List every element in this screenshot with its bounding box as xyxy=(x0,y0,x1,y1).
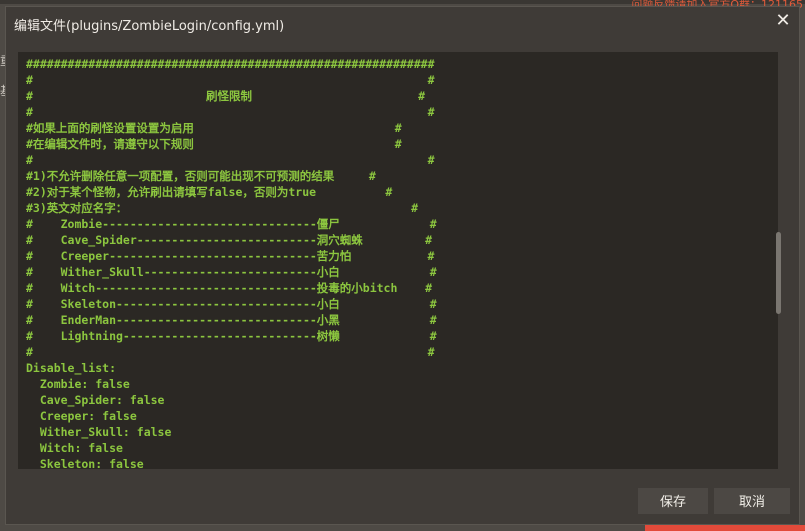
code-line: # Witch--------------------------------投… xyxy=(26,281,433,295)
code-line: # Wither_Skull-------------------------小… xyxy=(26,265,437,279)
code-line: # # xyxy=(26,345,435,359)
close-icon[interactable]: ✕ xyxy=(773,11,793,31)
code-line: # # xyxy=(26,73,435,87)
code-line: # 刷怪限制 # xyxy=(26,89,426,103)
code-line: #2)对于某个怪物，允许刷出请填写false，否则为true # xyxy=(26,185,393,199)
code-line: Zombie: false xyxy=(39,377,130,391)
code-line: Wither_Skull: false xyxy=(39,425,172,439)
code-line: # Creeper------------------------------苦… xyxy=(26,249,435,263)
code-line: # # xyxy=(26,105,435,119)
edit-file-dialog: 编辑文件(plugins/ZombieLogin/config.yml) ✕ #… xyxy=(5,6,800,525)
code-line: #3)英文对应名字： # xyxy=(26,201,419,215)
code-line: #如果上面的刷怪设置设置为启用 # xyxy=(26,121,402,135)
editor-text[interactable]: ########################################… xyxy=(26,56,437,469)
code-line: #在编辑文件时，请遵守以下规则 # xyxy=(26,137,402,151)
code-line: # Cave_Spider--------------------------洞… xyxy=(26,233,433,247)
code-line: # Zombie-------------------------------僵… xyxy=(26,217,437,231)
code-line: #1)不允许删除任意一项配置，否则可能出现不可预测的结果 # xyxy=(26,169,376,183)
editor-scrollbar[interactable] xyxy=(776,232,781,314)
code-line: # Skeleton-----------------------------小… xyxy=(26,297,437,311)
code-line: ########################################… xyxy=(26,57,435,71)
code-line: # Lightning----------------------------树… xyxy=(26,329,437,343)
background-accent-bar xyxy=(645,525,805,531)
code-line: # EnderMan-----------------------------小… xyxy=(26,313,437,327)
code-line: Witch: false xyxy=(39,441,123,455)
cancel-button[interactable]: 取消 xyxy=(714,488,790,514)
code-line: Disable_list: xyxy=(26,361,117,375)
dialog-title: 编辑文件(plugins/ZombieLogin/config.yml) xyxy=(14,19,285,34)
code-line: Skeleton: false xyxy=(39,457,144,469)
code-line: Cave_Spider: false xyxy=(39,393,165,407)
save-button[interactable]: 保存 xyxy=(638,488,708,514)
code-line: # # xyxy=(26,153,435,167)
code-line: Creeper: false xyxy=(39,409,137,423)
code-editor[interactable]: ########################################… xyxy=(18,52,778,469)
